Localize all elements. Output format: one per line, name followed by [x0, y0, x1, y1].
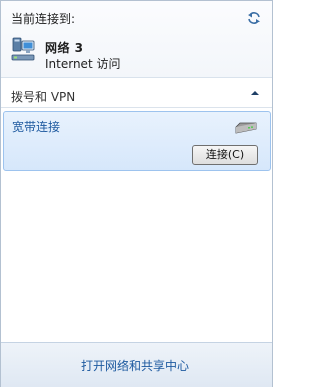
connection-name: 宽带连接 [12, 120, 61, 134]
dialup-vpn-section-header[interactable]: 拨号和 VPN [1, 85, 272, 108]
open-network-sharing-center-link[interactable]: 打开网络和共享中心 [81, 357, 189, 374]
chevron-up-icon[interactable] [250, 88, 260, 98]
connect-button[interactable]: 连接(C) [192, 145, 258, 165]
broadband-connection-item[interactable]: 宽带连接 连接(C) [3, 111, 271, 171]
network-name: 网络 3 [45, 41, 84, 55]
network-status: Internet 访问 [45, 57, 121, 71]
current-connection-title: 当前连接到: [11, 12, 76, 26]
network-flyout: 当前连接到: 网络 3 Internet 访问 拨号和 VPN 宽带连接 连接(… [0, 0, 273, 387]
modem-icon [235, 122, 257, 134]
network-icon [11, 37, 35, 61]
section-label: 拨号和 VPN [11, 90, 76, 104]
refresh-icon[interactable] [246, 10, 262, 26]
current-connection-panel: 当前连接到: 网络 3 Internet 访问 [1, 1, 272, 78]
footer-bar: 打开网络和共享中心 [1, 342, 272, 387]
